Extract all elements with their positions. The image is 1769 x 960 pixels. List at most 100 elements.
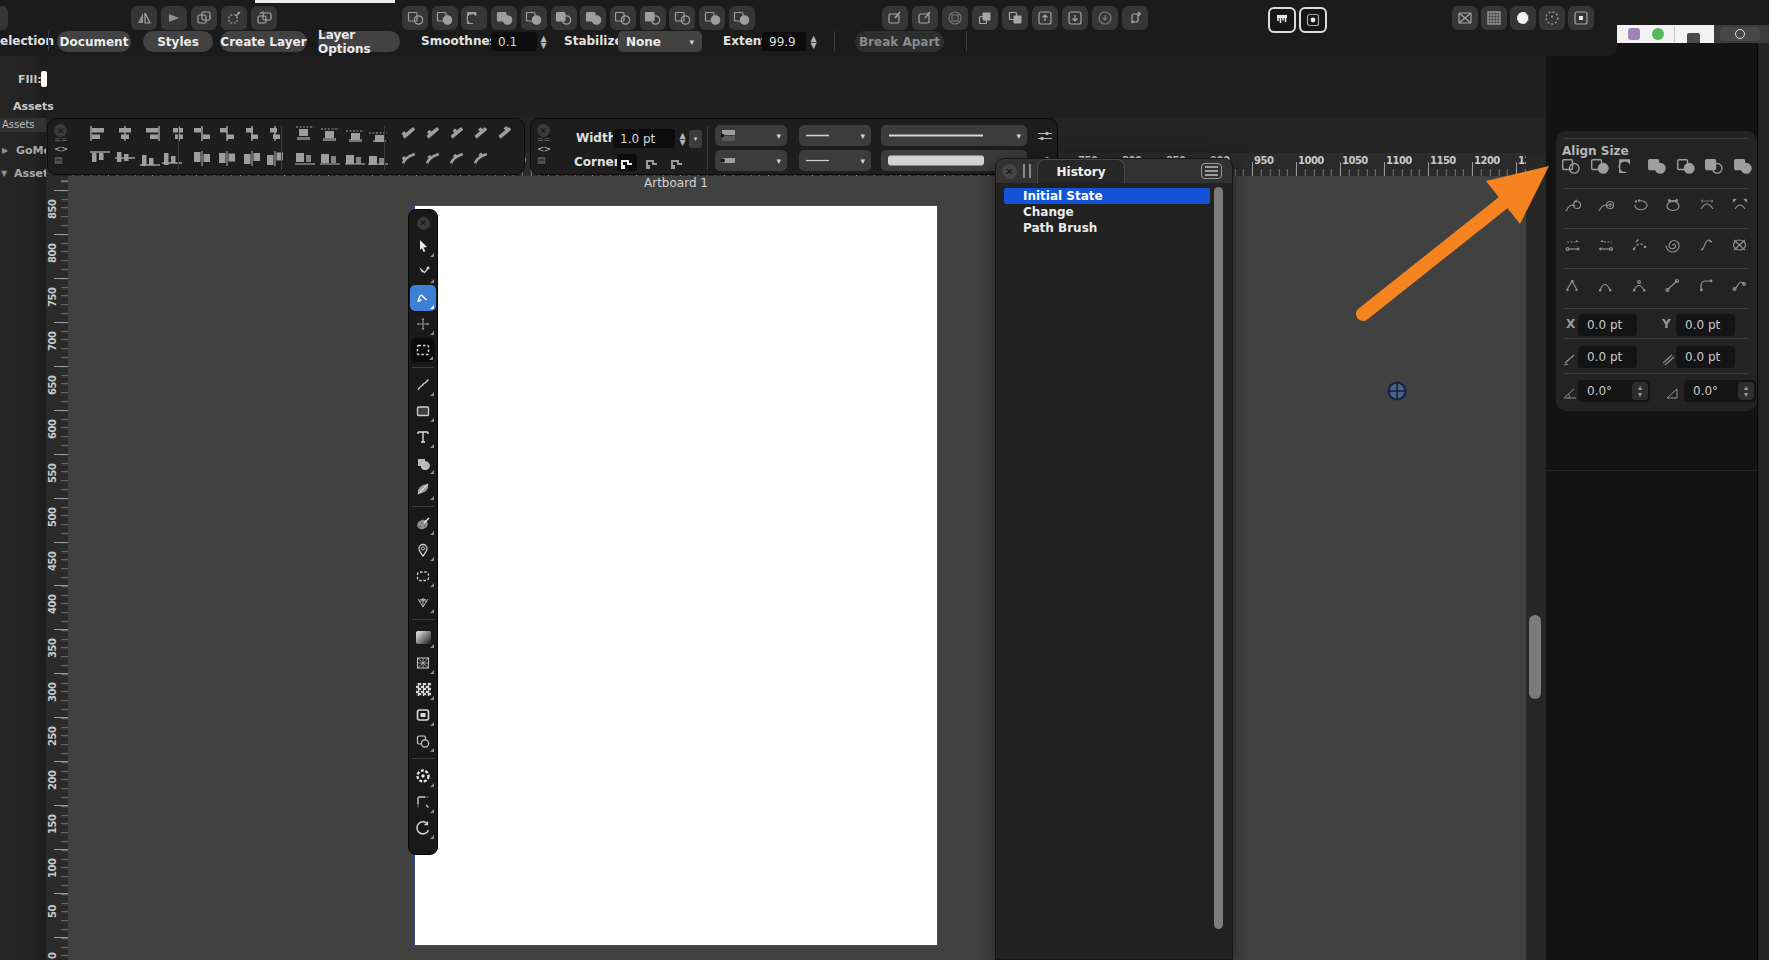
shape-tool[interactable] — [410, 728, 436, 754]
freeform-brush-tool[interactable] — [410, 476, 436, 502]
stroke-style-dropdown[interactable]: ▾ — [799, 125, 871, 146]
stroke-align-dropdown[interactable]: ▾ — [715, 125, 787, 146]
history-item[interactable]: Change — [1004, 204, 1210, 220]
swap-order-button[interactable] — [1122, 6, 1148, 30]
distribute-bottom-icon[interactable] — [241, 150, 263, 167]
align-bottom-icon[interactable] — [139, 150, 161, 167]
x-value-field[interactable]: 0.0 pt — [1578, 314, 1637, 336]
width-stepper[interactable]: ▲▼ — [677, 129, 688, 148]
align-middle-stack-icon[interactable] — [319, 125, 341, 142]
union-button[interactable] — [402, 6, 428, 30]
pattern-tool[interactable] — [410, 676, 436, 702]
align-center-h-icon[interactable] — [114, 125, 136, 142]
distribute-edge-v-icon[interactable] — [264, 150, 286, 167]
intersect-icon[interactable] — [1645, 156, 1669, 176]
profile-f-icon[interactable] — [398, 150, 420, 167]
history-drag-grip[interactable] — [1023, 164, 1031, 178]
combine-back-button[interactable] — [610, 6, 636, 30]
align-edge-h-icon[interactable] — [161, 125, 183, 142]
duplicate-swap-button[interactable] — [251, 6, 277, 30]
pixel-pattern-button[interactable] — [1481, 6, 1507, 30]
flip-vertical-button[interactable] — [161, 6, 187, 30]
expanded-triangle-icon[interactable]: ▼ — [1, 169, 7, 178]
align-edge-v-icon[interactable] — [161, 150, 183, 167]
shear-v-field[interactable]: 0.0 pt — [1676, 346, 1735, 368]
subtract-icon[interactable] — [1588, 156, 1612, 176]
align-top-stack-icon[interactable] — [294, 125, 316, 142]
contrast-preview-button[interactable] — [1510, 6, 1536, 30]
pull-down-button[interactable] — [1092, 6, 1118, 30]
point-transform-tool[interactable] — [410, 311, 436, 337]
profile-e-icon[interactable] — [494, 125, 516, 142]
align-left-icon[interactable] — [89, 125, 111, 142]
paint-brush-tool[interactable] — [410, 511, 436, 537]
break-apart-button[interactable]: Break Apart — [855, 31, 944, 52]
profile-h-icon[interactable] — [446, 150, 468, 167]
shape-builder-tool[interactable] — [410, 450, 436, 476]
color-picker-tool[interactable] — [410, 537, 436, 563]
history-menu-icon[interactable] — [1201, 163, 1222, 179]
merge-button[interactable] — [461, 6, 487, 30]
intersect-button[interactable] — [491, 6, 517, 30]
trim-button[interactable] — [580, 6, 606, 30]
export-slice-button[interactable] — [1452, 6, 1478, 30]
panel-expand-icon[interactable]: <> — [537, 144, 553, 154]
round-corner-button[interactable] — [642, 154, 662, 171]
focus-ring-button[interactable] — [1539, 6, 1565, 30]
selection-marquee-tool[interactable] — [411, 338, 435, 362]
profile-d-icon[interactable] — [470, 125, 492, 142]
profile-i-icon[interactable] — [470, 150, 492, 167]
delete-path-icon[interactable] — [1728, 235, 1752, 255]
corner-angle-icon[interactable] — [1560, 275, 1584, 295]
profile-g-icon[interactable] — [422, 150, 444, 167]
miter-corner-button[interactable] — [617, 154, 637, 171]
extent-stepper[interactable]: ▲▼ — [808, 32, 819, 51]
document-button[interactable]: Document — [57, 31, 131, 52]
history-close-icon[interactable]: ✕ — [1002, 164, 1017, 179]
object-style-mode-button[interactable] — [1299, 7, 1327, 33]
width-dropdown-button[interactable]: ▾ — [689, 130, 702, 148]
vector-brush-tool[interactable] — [410, 285, 436, 311]
text-tool[interactable] — [410, 424, 436, 450]
layer-options-button[interactable]: Layer Options — [318, 31, 400, 52]
shear-h-field[interactable]: 0.0 pt — [1578, 346, 1637, 368]
width-value-field[interactable]: 1.0 pt — [613, 129, 675, 148]
arc-handles-icon[interactable] — [1728, 195, 1752, 215]
align-right-icon[interactable] — [139, 125, 161, 142]
fill-circle-button[interactable] — [729, 6, 755, 30]
smoothness-value-field[interactable]: 0.1 — [491, 32, 537, 51]
panel-grip-icon[interactable]: == — [54, 138, 70, 141]
distribute-center-h-icon[interactable] — [216, 125, 238, 142]
distribute-edge-h-icon[interactable] — [264, 125, 286, 142]
gradient-tool[interactable] — [410, 624, 436, 650]
mesh-tool[interactable] — [410, 589, 436, 615]
assets-tab-strip[interactable]: Assets — [0, 118, 46, 132]
history-scrollbar-thumb[interactable] — [1214, 187, 1223, 929]
smooth-nodes-icon[interactable] — [1728, 275, 1752, 295]
corner-arc-icon[interactable] — [1594, 275, 1618, 295]
profile-c-icon[interactable] — [446, 125, 468, 142]
align-bottom-stack-icon[interactable] — [344, 125, 366, 142]
styles-button[interactable]: Styles — [143, 31, 213, 52]
space-center-icon[interactable] — [319, 150, 341, 167]
bevel-corner-button[interactable] — [667, 154, 687, 171]
round-corner-node-icon[interactable] — [1694, 275, 1718, 295]
stroke-options-button[interactable] — [1035, 125, 1055, 146]
edit-outside-button[interactable] — [912, 6, 938, 30]
slice-tool[interactable] — [410, 789, 436, 815]
color-wheel-tool[interactable] — [410, 763, 436, 789]
spiral-icon[interactable] — [1661, 235, 1685, 255]
divide-icon[interactable] — [1673, 156, 1697, 176]
space-right-icon[interactable] — [344, 150, 366, 167]
close-path-icon[interactable] — [1661, 195, 1685, 215]
flip-horizontal-button[interactable] — [131, 6, 157, 30]
distribute-middle-icon[interactable] — [216, 150, 238, 167]
history-tab[interactable]: History — [1037, 159, 1125, 184]
paint-style-mode-button[interactable] — [1268, 7, 1296, 33]
artboard[interactable] — [414, 205, 938, 946]
reverse-left-icon[interactable] — [1594, 235, 1618, 255]
rotate2-stepper[interactable]: ▴▾ — [1738, 382, 1754, 400]
distribute-left-icon[interactable] — [191, 125, 213, 142]
duplicate-move-button[interactable] — [221, 6, 247, 30]
distribute-right-icon[interactable] — [241, 125, 263, 142]
